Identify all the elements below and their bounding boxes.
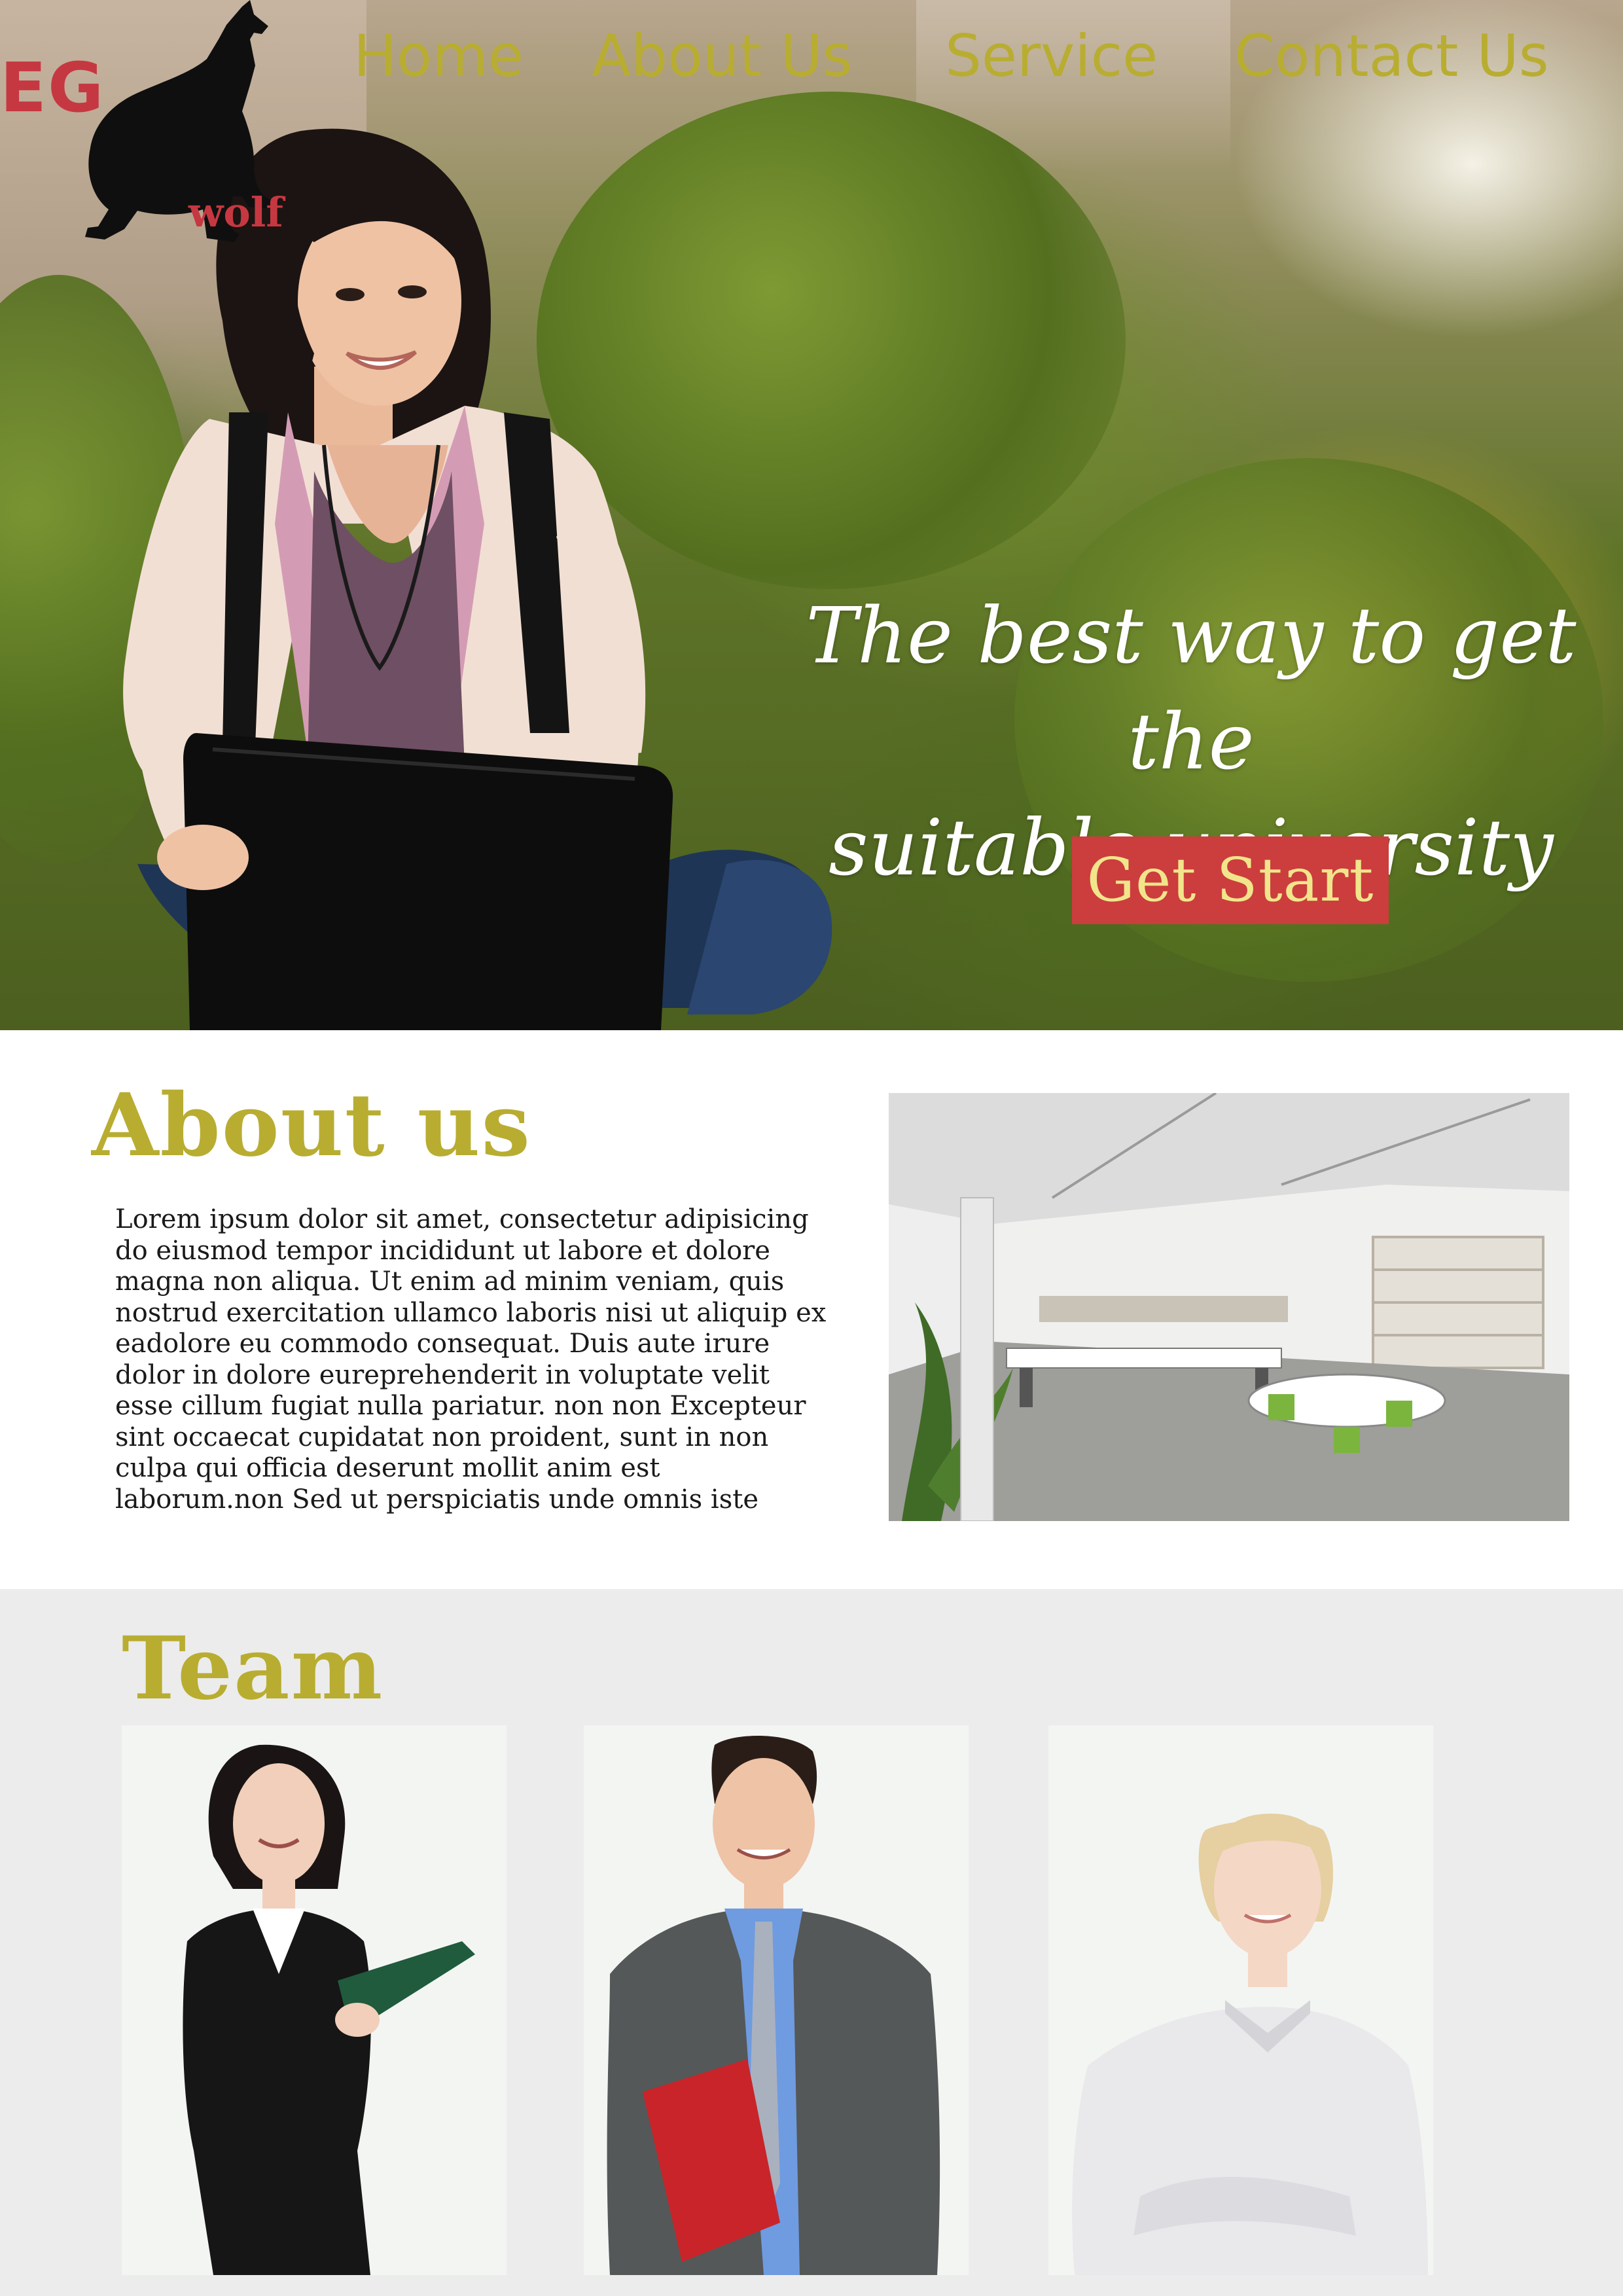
team-member-card[interactable] — [584, 1725, 969, 2275]
hero-tagline-line-1: The best way to get the — [806, 590, 1577, 787]
hero-banner: EG wolf Home About Us Service Contact Us… — [0, 0, 1623, 1030]
about-paragraph: Lorem ipsum dolor sit amet, consectetur … — [115, 1204, 827, 1515]
about-title: About us — [92, 1075, 531, 1176]
get-start-button[interactable]: Get Start — [1072, 836, 1389, 924]
team-member-photo-woman-clipboard — [183, 1744, 475, 2275]
nav-service[interactable]: Service — [945, 24, 1158, 89]
logo-word: wolf — [188, 188, 283, 236]
office-image — [889, 1093, 1569, 1521]
brand-logo[interactable]: EG wolf — [0, 0, 314, 249]
nav-about-us[interactable]: About Us — [592, 24, 852, 89]
team-member-photo-man-suit — [607, 1736, 940, 2275]
main-navigation: Home About Us Service Contact Us — [353, 24, 1623, 89]
team-member-card[interactable] — [1048, 1725, 1433, 2275]
team-member-photo-woman-blonde — [1072, 1814, 1428, 2275]
team-section: Team — [0, 1589, 1623, 2296]
nav-contact-us[interactable]: Contact Us — [1234, 24, 1549, 89]
team-title: Team — [122, 1618, 384, 1719]
nav-home[interactable]: Home — [353, 24, 524, 89]
team-member-card[interactable] — [122, 1725, 507, 2275]
